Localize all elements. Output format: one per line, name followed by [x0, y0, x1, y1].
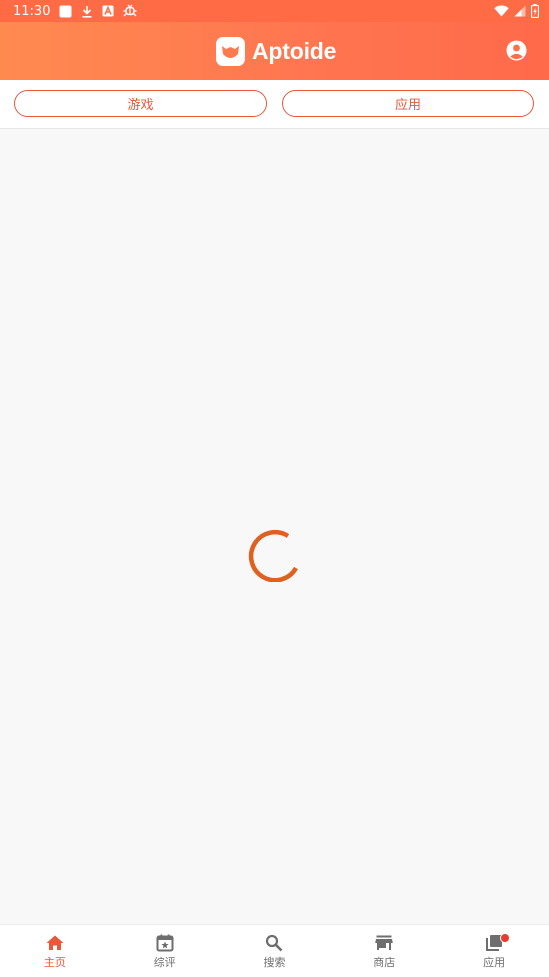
nav-reviews[interactable]: 综评 [110, 925, 220, 977]
account-icon[interactable] [505, 39, 528, 62]
aptoide-logo-icon [216, 36, 245, 66]
brand-name: Aptoide [252, 37, 337, 64]
home-icon [46, 935, 64, 950]
loading-spinner-icon [248, 530, 298, 582]
notification-square-icon [59, 5, 72, 17]
status-left: 11:30 [0, 4, 137, 19]
nav-apps[interactable]: 应用 [439, 925, 549, 977]
category-tabs: 游戏 应用 [0, 80, 549, 129]
wifi-icon [494, 5, 509, 17]
search-icon [266, 934, 283, 952]
nav-home-label: 主页 [43, 956, 66, 969]
tab-games-label: 游戏 [127, 98, 154, 113]
nav-search[interactable]: 搜索 [220, 925, 330, 977]
brand[interactable]: Aptoide [216, 36, 336, 66]
font-a-icon [102, 5, 114, 17]
tab-games[interactable]: 游戏 [14, 90, 267, 117]
nav-search-label: 搜索 [263, 956, 286, 969]
app-bar: Aptoide [0, 22, 549, 80]
download-icon [82, 5, 92, 18]
store-icon [375, 935, 394, 950]
bottom-nav: 主页 综评 搜索 商店 应用 [0, 924, 549, 977]
cellular-signal-icon [514, 5, 526, 17]
status-bar: 11:30 [0, 0, 549, 22]
nav-home[interactable]: 主页 [0, 925, 110, 977]
nav-stores-label: 商店 [373, 956, 396, 969]
bug-icon [123, 4, 137, 17]
nav-reviews-label: 综评 [153, 956, 176, 969]
status-time: 11:30 [13, 3, 51, 19]
nav-apps-label: 应用 [483, 956, 506, 969]
tab-apps[interactable]: 应用 [282, 90, 534, 117]
tab-apps-label: 应用 [394, 98, 421, 113]
battery-icon [531, 4, 539, 18]
notification-badge [500, 933, 511, 943]
calendar-star-icon [156, 934, 174, 952]
status-right [494, 4, 549, 18]
nav-stores[interactable]: 商店 [329, 925, 439, 977]
